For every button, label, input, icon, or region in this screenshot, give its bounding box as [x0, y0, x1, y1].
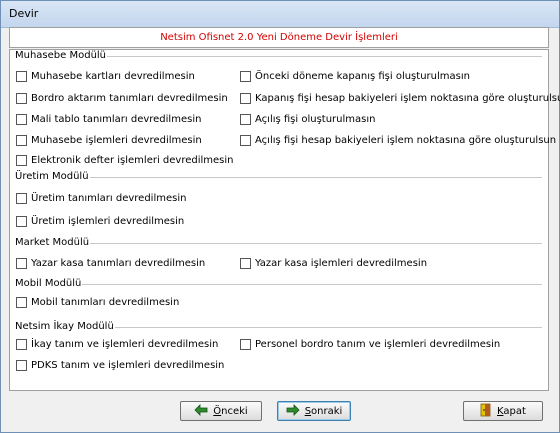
checkbox-acilis-bakiye[interactable]: Açılış fişi hesap bakiyeleri işlem nokta…	[240, 132, 556, 148]
checkbox-box[interactable]	[16, 134, 27, 146]
checkbox-box[interactable]	[240, 70, 251, 82]
checkbox-label: Yazar kasa işlemleri devredilmesin	[255, 257, 428, 269]
devir-window: Devir Netsim Ofisnet 2.0 Yeni Döneme Dev…	[0, 0, 560, 433]
checkbox-uretim-islemleri[interactable]: Üretim işlemleri devredilmesin	[16, 213, 184, 229]
checkbox-label: Kapanış fişi hesap bakiyeleri işlem nokt…	[255, 92, 560, 104]
checkbox-box[interactable]	[240, 92, 251, 104]
checkbox-label: Muhasebe işlemleri devredilmesin	[31, 134, 202, 146]
checkbox-label: Açılış fişi hesap bakiyeleri işlem nokta…	[255, 134, 557, 146]
checkbox-box[interactable]	[240, 113, 251, 125]
options-panel: Muhasebe Modülü Muhasebe kartları devred…	[9, 49, 560, 391]
button-bar: Önceki Sonraki Kapat	[1, 393, 559, 432]
group-title-mobil: Mobil Modülü	[14, 278, 83, 289]
group-title-ikay: Netsim İkay Modülü	[14, 321, 115, 332]
checkbox-acilis-fisi[interactable]: Açılış fişi oluşturulmasın	[240, 111, 375, 127]
checkbox-box[interactable]	[16, 338, 27, 350]
group-separator	[14, 243, 542, 244]
previous-button[interactable]: Önceki	[180, 401, 262, 421]
group-separator	[14, 284, 542, 285]
checkbox-label: Mali tablo tanımları devredilmesin	[31, 113, 202, 125]
checkbox-personel-bordro[interactable]: Personel bordro tanım ve işlemleri devre…	[240, 336, 500, 352]
checkbox-label: Elektronik defter işlemleri devredilmesi…	[31, 154, 234, 166]
group-title-uretim: Üretim Modülü	[14, 171, 90, 182]
arrow-left-icon	[194, 403, 208, 419]
checkbox-uretim-tanimlari[interactable]: Üretim tanımları devredilmesin	[16, 190, 186, 206]
door-exit-icon	[480, 403, 492, 420]
checkbox-muhasebe-kartlari[interactable]: Muhasebe kartları devredilmesin	[16, 68, 195, 84]
checkbox-label: Mobil tanımları devredilmesin	[31, 296, 180, 308]
checkbox-label: Muhasebe kartları devredilmesin	[31, 70, 195, 82]
group-title-muhasebe: Muhasebe Modülü	[14, 50, 108, 61]
checkbox-bordro-aktarim[interactable]: Bordro aktarım tanımları devredilmesin	[16, 90, 228, 106]
checkbox-label: Personel bordro tanım ve işlemleri devre…	[255, 338, 501, 350]
close-button-label: Kapat	[497, 405, 526, 417]
checkbox-box[interactable]	[240, 338, 251, 350]
checkbox-box[interactable]	[16, 215, 27, 227]
window-title: Devir	[9, 7, 39, 20]
checkbox-elektronik-defter[interactable]: Elektronik defter işlemleri devredilmesi…	[16, 152, 234, 168]
checkbox-ikay-tanim[interactable]: İkay tanım ve işlemleri devredilmesin	[16, 336, 218, 352]
previous-button-label: Önceki	[213, 405, 248, 417]
group-separator	[14, 177, 542, 178]
checkbox-box[interactable]	[16, 257, 27, 269]
checkbox-label: İkay tanım ve işlemleri devredilmesin	[31, 338, 219, 350]
checkbox-mali-tablo[interactable]: Mali tablo tanımları devredilmesin	[16, 111, 201, 127]
checkbox-box[interactable]	[16, 92, 27, 104]
checkbox-label: Bordro aktarım tanımları devredilmesin	[31, 92, 228, 104]
checkbox-box[interactable]	[240, 134, 251, 146]
checkbox-yazar-kasa-tanimlari[interactable]: Yazar kasa tanımları devredilmesin	[16, 255, 205, 271]
arrow-right-icon	[286, 403, 300, 419]
checkbox-label: Yazar kasa tanımları devredilmesin	[31, 257, 206, 269]
checkbox-box[interactable]	[16, 359, 27, 371]
group-title-market: Market Modülü	[14, 237, 91, 248]
checkbox-box[interactable]	[16, 113, 27, 125]
next-button-label: Sonraki	[304, 405, 343, 417]
checkbox-box[interactable]	[16, 154, 27, 166]
checkbox-pdks[interactable]: PDKS tanım ve işlemleri devredilmesin	[16, 357, 224, 373]
checkbox-mobil-tanimlari[interactable]: Mobil tanımları devredilmesin	[16, 294, 179, 310]
checkbox-label: Açılış fişi oluşturulmasın	[255, 113, 376, 125]
checkbox-yazar-kasa-islemleri[interactable]: Yazar kasa işlemleri devredilmesin	[240, 255, 427, 271]
checkbox-label: Önceki döneme kapanış fişi oluşturulması…	[255, 70, 470, 82]
page-header: Netsim Ofisnet 2.0 Yeni Döneme Devir İşl…	[9, 27, 549, 48]
checkbox-label: Üretim tanımları devredilmesin	[31, 192, 187, 204]
checkbox-box[interactable]	[16, 70, 27, 82]
checkbox-label: Üretim işlemleri devredilmesin	[31, 215, 185, 227]
checkbox-box[interactable]	[16, 296, 27, 308]
next-button[interactable]: Sonraki	[277, 401, 351, 421]
title-bar[interactable]: Devir	[1, 1, 559, 28]
close-button[interactable]: Kapat	[463, 401, 543, 421]
checkbox-kapanis-bakiye[interactable]: Kapanış fişi hesap bakiyeleri işlem nokt…	[240, 90, 560, 106]
checkbox-box[interactable]	[240, 257, 251, 269]
checkbox-muhasebe-islemleri[interactable]: Muhasebe işlemleri devredilmesin	[16, 132, 202, 148]
checkbox-kapanis-fisi[interactable]: Önceki döneme kapanış fişi oluşturulması…	[240, 68, 470, 84]
checkbox-label: PDKS tanım ve işlemleri devredilmesin	[31, 359, 225, 371]
checkbox-box[interactable]	[16, 192, 27, 204]
